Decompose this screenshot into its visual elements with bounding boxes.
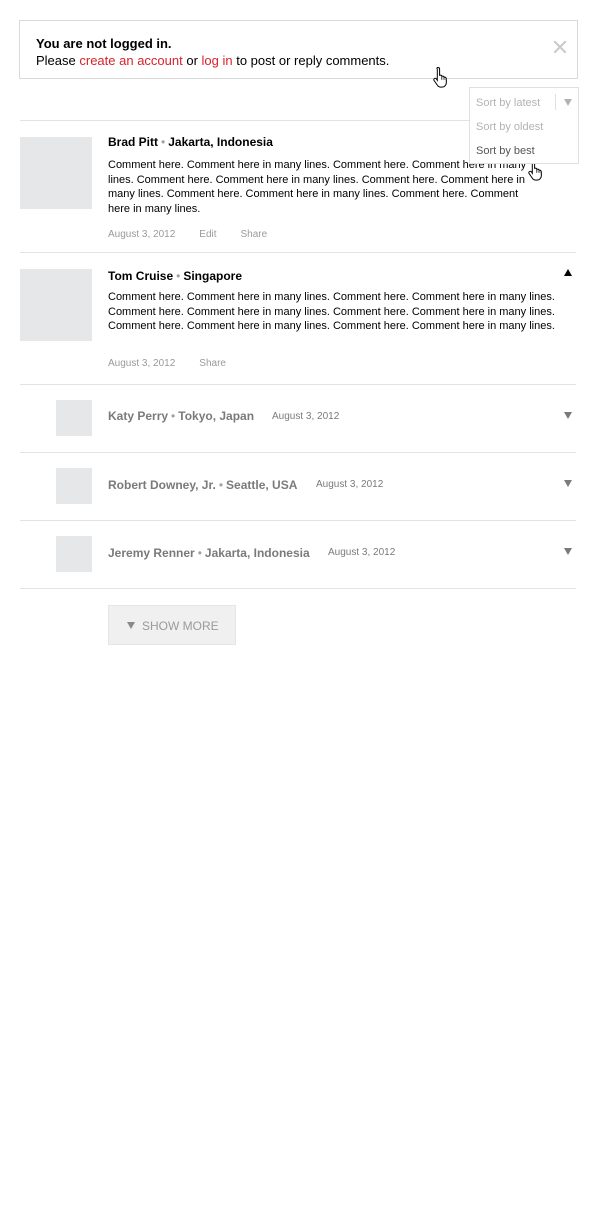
author-name: Robert Downey, Jr.	[108, 478, 216, 492]
notice-message: Please create an account or log in to po…	[36, 53, 389, 68]
comment-author: Tom Cruise • Singapore	[108, 269, 242, 283]
divider	[20, 520, 576, 521]
reply-date: August 3, 2012	[272, 411, 340, 422]
reply-author[interactable]: Jeremy Renner • Jakarta, Indonesia	[108, 546, 310, 560]
sort-separator	[555, 94, 556, 110]
comment-author: Brad Pitt • Jakarta, Indonesia	[108, 135, 273, 149]
divider	[20, 384, 576, 385]
separator-dot: •	[197, 546, 202, 560]
separator-dot: •	[161, 135, 166, 149]
log-in-link[interactable]: log in	[202, 53, 233, 68]
reply-author[interactable]: Robert Downey, Jr. • Seattle, USA	[108, 478, 297, 492]
separator-dot: •	[171, 409, 176, 423]
create-account-link[interactable]: create an account	[79, 53, 182, 68]
avatar	[56, 536, 92, 572]
avatar	[20, 269, 92, 341]
author-name: Jeremy Renner	[108, 546, 195, 560]
show-more-button[interactable]: SHOW MORE	[108, 605, 236, 645]
close-icon[interactable]	[553, 40, 567, 54]
expand-arrow-icon[interactable]	[564, 480, 572, 487]
comment-date: August 3, 2012	[108, 358, 176, 369]
share-link[interactable]: Share	[241, 229, 268, 240]
reply-date: August 3, 2012	[328, 547, 396, 558]
chevron-down-icon	[127, 622, 135, 629]
show-more-label: SHOW MORE	[142, 619, 219, 633]
author-name: Tom Cruise	[108, 269, 174, 283]
author-location: Tokyo, Japan	[178, 409, 255, 423]
author-name: Brad Pitt	[108, 135, 159, 149]
notice-title: You are not logged in.	[36, 36, 172, 51]
author-location: Singapore	[183, 269, 243, 283]
author-name: Katy Perry	[108, 409, 169, 423]
divider	[20, 588, 576, 589]
sort-dropdown[interactable]: Sort by latest Sort by oldest Sort by be…	[469, 87, 579, 164]
comment-text: Comment here. Comment here in many lines…	[108, 291, 555, 332]
comment-date: August 3, 2012	[108, 229, 176, 240]
divider	[20, 252, 576, 253]
chevron-down-icon[interactable]	[564, 99, 572, 106]
expand-arrow-icon[interactable]	[564, 412, 572, 419]
avatar	[56, 400, 92, 436]
comment-meta: August 3, 2012 Edit Share	[108, 229, 267, 240]
reply-date: August 3, 2012	[316, 479, 384, 490]
separator-dot: •	[218, 478, 224, 492]
avatar	[20, 137, 92, 209]
author-location: Jakarta, Indonesia	[204, 546, 310, 560]
hand-cursor-icon	[433, 66, 447, 88]
share-link[interactable]: Share	[199, 358, 226, 369]
reply-author[interactable]: Katy Perry • Tokyo, Japan	[108, 409, 254, 423]
edit-link[interactable]: Edit	[199, 229, 216, 240]
sort-option-oldest[interactable]: Sort by oldest	[476, 121, 543, 133]
notice-or: or	[182, 53, 202, 68]
comment-text: Comment here. Comment here in many lines…	[108, 159, 527, 215]
author-location: Seattle, USA	[226, 478, 298, 492]
divider	[20, 452, 576, 453]
sort-option-latest[interactable]: Sort by latest	[476, 97, 540, 109]
login-notice: You are not logged in. Please create an …	[19, 20, 578, 79]
expand-arrow-icon[interactable]	[564, 548, 572, 555]
comment-meta: August 3, 2012 Share	[108, 358, 226, 369]
sort-option-best[interactable]: Sort by best	[476, 145, 535, 157]
collapse-arrow-icon[interactable]	[564, 269, 572, 276]
separator-dot: •	[176, 269, 181, 283]
author-location: Jakarta, Indonesia	[168, 135, 273, 149]
notice-prefix: Please	[36, 53, 80, 68]
notice-suffix: to post or reply comments.	[232, 53, 390, 68]
avatar	[56, 468, 92, 504]
